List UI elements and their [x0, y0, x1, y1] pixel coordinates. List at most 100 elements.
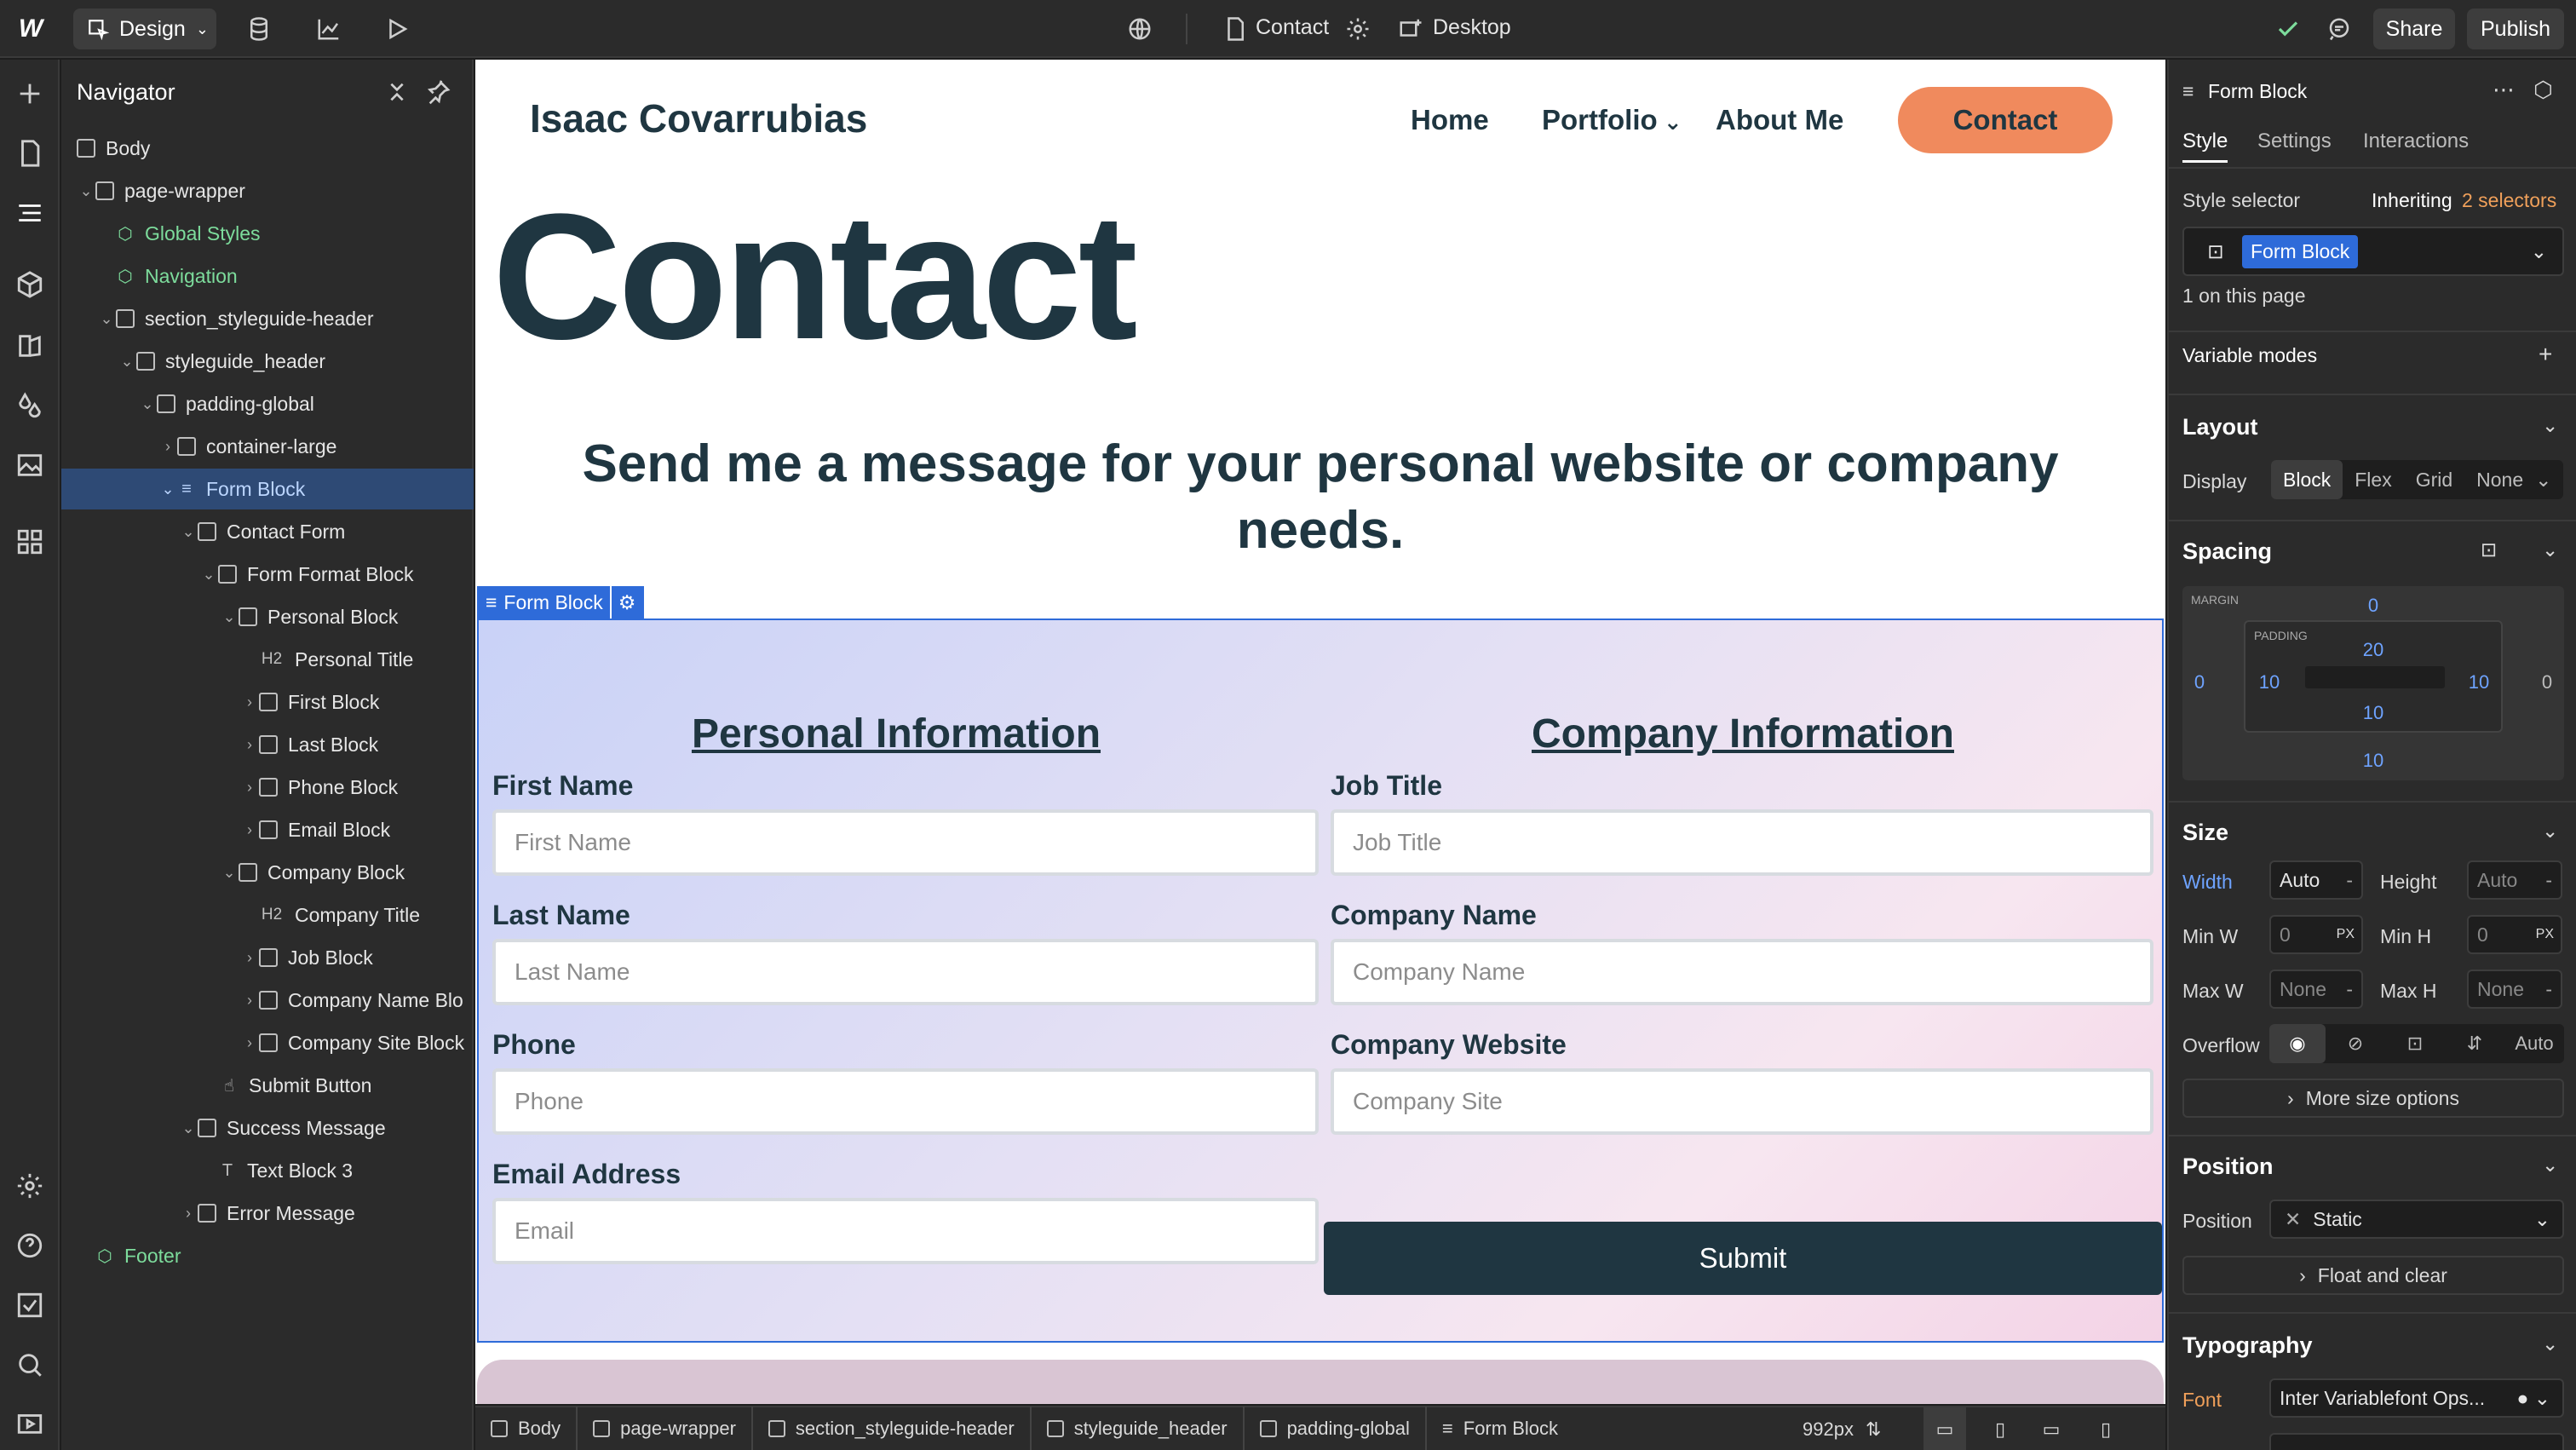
analytics-chart-icon[interactable]	[312, 12, 346, 46]
overflow-hidden-icon[interactable]: ⊘	[2326, 1033, 2385, 1055]
phone-input[interactable]: Phone	[492, 1068, 1319, 1135]
chevron-down-icon[interactable]: ⌄	[2535, 460, 2563, 499]
nav-item-text-block-3[interactable]: T Text Block 3	[61, 1150, 474, 1191]
breadcrumb-item-form-block[interactable]: ≡ Form Block	[1427, 1407, 1573, 1450]
font-family-select[interactable]: Inter Variablefont Ops... ● ⌄	[2269, 1378, 2564, 1418]
chevron-down-icon[interactable]: ⌄	[220, 864, 239, 882]
pin-icon[interactable]	[424, 78, 451, 106]
mobile-landscape-icon[interactable]: ▭	[2034, 1407, 2068, 1450]
share-button[interactable]: Share	[2373, 9, 2455, 49]
chevron-right-icon[interactable]: ›	[240, 821, 259, 839]
nav-item-company-title[interactable]: H2 Company Title	[61, 895, 474, 935]
chevron-down-icon[interactable]: ⌄	[2542, 1154, 2558, 1177]
breadcrumb-item-styleguide-header[interactable]: styleguide_header	[1032, 1407, 1245, 1450]
chevron-right-icon[interactable]: ›	[179, 1205, 198, 1223]
nav-item-global-styles[interactable]: ⬡ Global Styles	[61, 213, 474, 254]
margin-top-value[interactable]: 0	[2356, 595, 2390, 617]
spacing-heading[interactable]: Spacing	[2182, 538, 2272, 565]
publish-button[interactable]: Publish	[2467, 9, 2564, 49]
more-options-icon[interactable]: ⋯	[2493, 77, 2515, 103]
assets-image-icon[interactable]	[13, 448, 47, 482]
min-width-input[interactable]: 0 PX	[2269, 915, 2363, 954]
chevron-down-icon[interactable]: ⌄	[118, 353, 136, 371]
current-page-name[interactable]: Contact	[1256, 15, 1329, 40]
site-brand[interactable]: Isaac Covarrubias	[530, 95, 867, 141]
nav-item-body[interactable]: Body	[61, 128, 474, 169]
tab-interactions[interactable]: Interactions	[2363, 129, 2469, 153]
chevron-down-icon[interactable]: ⌄	[179, 523, 198, 541]
chevron-right-icon[interactable]: ›	[158, 438, 177, 456]
desktop-view-icon[interactable]: ▭	[1923, 1407, 1966, 1450]
min-height-input[interactable]: 0 PX	[2467, 915, 2562, 954]
display-none-option[interactable]: None	[2464, 460, 2535, 499]
collapse-icon[interactable]	[383, 78, 411, 106]
chevron-down-icon[interactable]: ⌄	[2542, 538, 2558, 561]
add-plus-icon[interactable]: +	[2539, 341, 2552, 368]
first-name-input[interactable]: First Name	[492, 809, 1319, 876]
page-settings-gear-icon[interactable]	[1341, 12, 1375, 46]
add-plus-icon[interactable]	[13, 77, 47, 111]
form-block[interactable]: Personal Information Company Information…	[477, 619, 2164, 1343]
position-select[interactable]: ✕ Static ⌄	[2269, 1200, 2564, 1239]
chevron-down-icon[interactable]: ⌄	[2531, 240, 2547, 263]
size-heading[interactable]: Size	[2182, 820, 2228, 846]
navigator-layers-icon[interactable]	[13, 196, 47, 230]
chevron-right-icon[interactable]: ›	[240, 1034, 259, 1052]
nav-item-company-block[interactable]: ⌄ Company Block	[61, 852, 474, 893]
chevron-down-icon[interactable]: ⌄	[158, 480, 177, 498]
search-icon[interactable]	[13, 1348, 47, 1382]
apps-grid-icon[interactable]	[13, 525, 47, 559]
nav-item-section-styleguide-header[interactable]: ⌄ section_styleguide-header	[61, 298, 474, 339]
width-input[interactable]: Auto -	[2269, 860, 2363, 900]
checkmark-icon[interactable]	[2271, 12, 2305, 46]
chevron-right-icon[interactable]: ›	[240, 992, 259, 1010]
float-and-clear-button[interactable]: › Float and clear	[2182, 1256, 2564, 1295]
company-website-input[interactable]: Company Site	[1331, 1068, 2153, 1135]
nav-link-about[interactable]: About Me	[1716, 104, 1843, 136]
breadcrumb-item-padding-global[interactable]: padding-global	[1245, 1407, 1427, 1450]
spacing-mode-icon[interactable]: ⊡	[2481, 538, 2497, 561]
nav-item-padding-global[interactable]: ⌄ padding-global	[61, 383, 474, 424]
overflow-clip-icon[interactable]: ⇵	[2445, 1033, 2504, 1055]
pages-icon[interactable]	[13, 136, 47, 170]
globe-icon[interactable]	[1123, 12, 1157, 46]
nav-link-home[interactable]: Home	[1411, 104, 1489, 136]
nav-contact-button[interactable]: Contact	[1898, 87, 2113, 153]
preview-play-icon[interactable]	[380, 12, 414, 46]
nav-item-company-site-block[interactable]: › Company Site Block	[61, 1022, 474, 1063]
chevron-down-icon[interactable]: ⌄	[199, 566, 218, 584]
padding-top-value[interactable]: 20	[2356, 639, 2390, 661]
more-size-options-button[interactable]: › More size options	[2182, 1079, 2564, 1118]
chevron-down-icon[interactable]: ⌄	[97, 310, 116, 328]
style-manager-icon[interactable]	[13, 329, 47, 363]
height-input[interactable]: Auto -	[2467, 860, 2562, 900]
nav-item-phone-block[interactable]: › Phone Block	[61, 767, 474, 808]
variables-drops-icon[interactable]	[13, 388, 47, 423]
padding-right-value[interactable]: 10	[2462, 671, 2496, 693]
inheriting-selectors-link[interactable]: 2 selectors	[2462, 189, 2556, 212]
comments-icon[interactable]	[2322, 12, 2356, 46]
overflow-scroll-icon[interactable]: ⊡	[2385, 1033, 2445, 1055]
selected-element-tag[interactable]: ≡ Form Block ⚙	[477, 586, 645, 619]
selector-chip[interactable]: Form Block	[2242, 234, 2359, 268]
submit-button[interactable]: Submit	[1324, 1222, 2162, 1295]
display-flex-option[interactable]: Flex	[2343, 460, 2403, 499]
nav-item-navigation[interactable]: ⬡ Navigation	[61, 256, 474, 296]
design-mode-dropdown[interactable]: Design ⌄	[73, 9, 216, 49]
padding-left-value[interactable]: 10	[2252, 671, 2286, 693]
breadcrumb-item-section-styleguide-header[interactable]: section_styleguide-header	[753, 1407, 1032, 1450]
email-input[interactable]: Email	[492, 1198, 1319, 1264]
nav-item-company-name-block[interactable]: › Company Name Blo	[61, 980, 474, 1021]
settings-gear-icon[interactable]	[13, 1169, 47, 1203]
nav-item-job-block[interactable]: › Job Block	[61, 937, 474, 978]
display-block-option[interactable]: Block	[2271, 460, 2343, 499]
padding-bottom-value[interactable]: 10	[2356, 702, 2390, 724]
breadcrumb-item-page-wrapper[interactable]: page-wrapper	[578, 1407, 753, 1450]
tab-settings[interactable]: Settings	[2257, 129, 2332, 153]
max-height-input[interactable]: None -	[2467, 970, 2562, 1009]
chevron-down-icon[interactable]: ⌄	[138, 395, 157, 413]
design-canvas[interactable]: Isaac Covarrubias Home Portfolio ⌄ About…	[475, 60, 2165, 1404]
nav-item-form-format-block[interactable]: ⌄ Form Format Block	[61, 554, 474, 595]
nav-item-contact-form[interactable]: ⌄ Contact Form	[61, 511, 474, 552]
nav-item-page-wrapper[interactable]: ⌄ page-wrapper	[61, 170, 474, 211]
